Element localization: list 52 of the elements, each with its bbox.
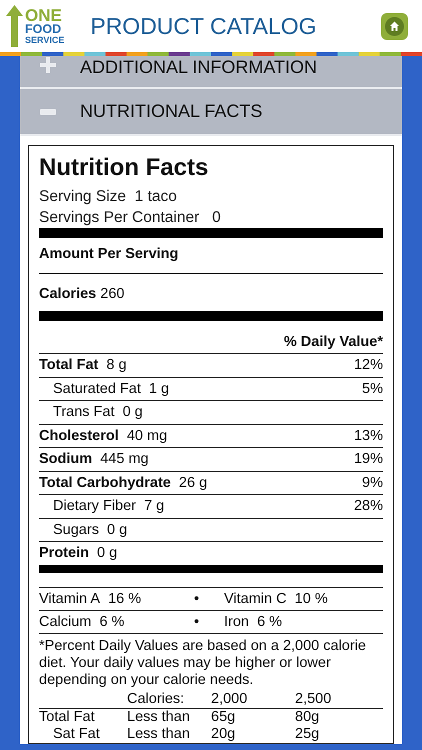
nutrient-name: Sugars 0 g xyxy=(52,520,128,540)
nutrient-name: Trans Fat 0 g xyxy=(52,403,143,422)
daily-value-heading: % Daily Value* xyxy=(282,333,383,352)
page-title: PRODUCT CATALOG xyxy=(90,12,318,40)
table-cell: 80g xyxy=(295,708,320,724)
logo-text: FOOD xyxy=(25,24,62,36)
nutrient-name: Total Carbohydrate 26 g xyxy=(39,474,208,492)
accordion-header[interactable]: ADDITIONAL INFORMATION xyxy=(20,56,402,89)
arrow-icon xyxy=(6,5,23,47)
plus-icon xyxy=(40,57,56,73)
minus-icon xyxy=(40,108,56,114)
label-title: Nutrition Facts xyxy=(39,154,210,182)
vitamin-value: Calcium 6 % xyxy=(39,614,124,630)
calories-text: Calories 260 xyxy=(39,285,126,304)
nutrient-name: Sodium 445 mg xyxy=(39,450,149,469)
vitamin-value: Iron 6 % xyxy=(224,614,282,630)
nutrient-name: Cholesterol 40 mg xyxy=(39,426,168,446)
table-cell: Sat Fat xyxy=(53,726,100,742)
logo-text: SERVICE xyxy=(25,36,64,44)
separator-dot: • xyxy=(194,614,200,630)
daily-value: 5% xyxy=(362,380,383,398)
section-label: ADDITIONAL INFORMATION xyxy=(80,57,318,78)
table-cell: Less than xyxy=(127,726,190,742)
table-cell: 25g xyxy=(295,726,320,742)
table-header: 2,500 xyxy=(295,690,332,706)
vitamin-value: Vitamin A 16 % xyxy=(39,590,142,606)
table-header: Calories: xyxy=(127,690,184,706)
daily-value: 19% xyxy=(354,450,383,469)
amount-heading: Amount Per Serving xyxy=(39,245,180,264)
nutrient-name: Protein 0 g xyxy=(39,544,118,563)
table-cell: Less than xyxy=(127,708,190,724)
table-cell: 65g xyxy=(211,708,236,724)
section-label: NUTRITIONAL FACTS xyxy=(80,101,262,122)
daily-value: 12% xyxy=(354,356,383,375)
daily-value: 28% xyxy=(354,497,383,516)
table-cell: 20g xyxy=(211,726,236,742)
footnote: *Percent Daily Values are based on a 2,000 calorie diet. Your daily values may be higher or lower depending on your calorie needs. xyxy=(39,632,383,690)
serving-size: Serving Size 1 taco xyxy=(39,187,178,207)
home-icon xyxy=(385,16,404,36)
nutrient-name: Saturated Fat 1 g xyxy=(52,380,170,398)
servings-per-container: Servings Per Container 0 xyxy=(39,207,383,228)
home-button[interactable] xyxy=(381,12,408,40)
logo-text: ONE xyxy=(25,8,63,24)
daily-value: 9% xyxy=(362,474,383,492)
accordion-header[interactable]: NUTRITIONAL FACTS xyxy=(20,89,402,136)
table-header: 2,000 xyxy=(211,690,248,706)
daily-value: 13% xyxy=(354,426,383,446)
nutrient-name: Total Fat 8 g xyxy=(39,356,127,375)
vitamin-value: Vitamin C 10 % xyxy=(224,590,328,606)
nutrient-name: Dietary Fiber 7 g xyxy=(52,497,164,516)
table-cell: Total Fat xyxy=(39,708,95,724)
separator-dot: • xyxy=(194,590,200,606)
